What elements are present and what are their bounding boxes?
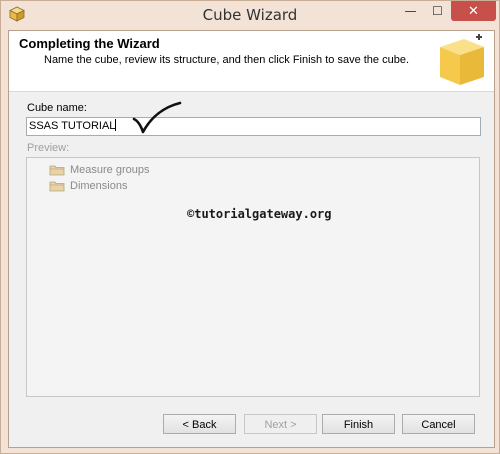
cancel-button[interactable]: Cancel bbox=[402, 414, 475, 434]
back-button[interactable]: < Back bbox=[163, 414, 236, 434]
wizard-header: Completing the Wizard Name the cube, rev… bbox=[9, 31, 494, 92]
cube-name-value: SSAS TUTORIAL bbox=[29, 120, 116, 132]
wizard-content: Completing the Wizard Name the cube, rev… bbox=[8, 30, 495, 448]
checkmark-annotation bbox=[132, 101, 182, 134]
text-caret bbox=[115, 119, 117, 131]
folder-icon bbox=[49, 181, 65, 192]
watermark: ©tutorialgateway.org bbox=[187, 207, 332, 221]
close-button[interactable]: ✕ bbox=[451, 1, 496, 21]
cube-name-label: Cube name: bbox=[27, 102, 87, 114]
tree-item-label: Dimensions bbox=[70, 180, 128, 192]
next-button[interactable]: Next > bbox=[244, 414, 317, 434]
page-subtitle: Name the cube, review its structure, and… bbox=[44, 54, 410, 66]
preview-label: Preview: bbox=[27, 142, 70, 154]
title-bar[interactable]: Cube Wizard — ☐ ✕ bbox=[1, 1, 499, 29]
preview-tree: Measure groups Dimensions ©tutorialgatew… bbox=[26, 157, 480, 397]
cube-name-input[interactable]: SSAS TUTORIAL bbox=[26, 117, 481, 136]
tree-item-dimensions[interactable]: Dimensions bbox=[49, 179, 127, 193]
finish-button[interactable]: Finish bbox=[322, 414, 395, 434]
cube-icon bbox=[440, 34, 484, 85]
maximize-button[interactable]: ☐ bbox=[424, 1, 451, 21]
folder-icon bbox=[49, 165, 65, 176]
page-title: Completing the Wizard bbox=[19, 36, 160, 51]
tree-item-measure-groups[interactable]: Measure groups bbox=[49, 163, 150, 177]
minimize-button[interactable]: — bbox=[397, 1, 424, 21]
wizard-window: Cube Wizard — ☐ ✕ Completing the Wizard … bbox=[0, 0, 500, 454]
tree-item-label: Measure groups bbox=[70, 164, 150, 176]
